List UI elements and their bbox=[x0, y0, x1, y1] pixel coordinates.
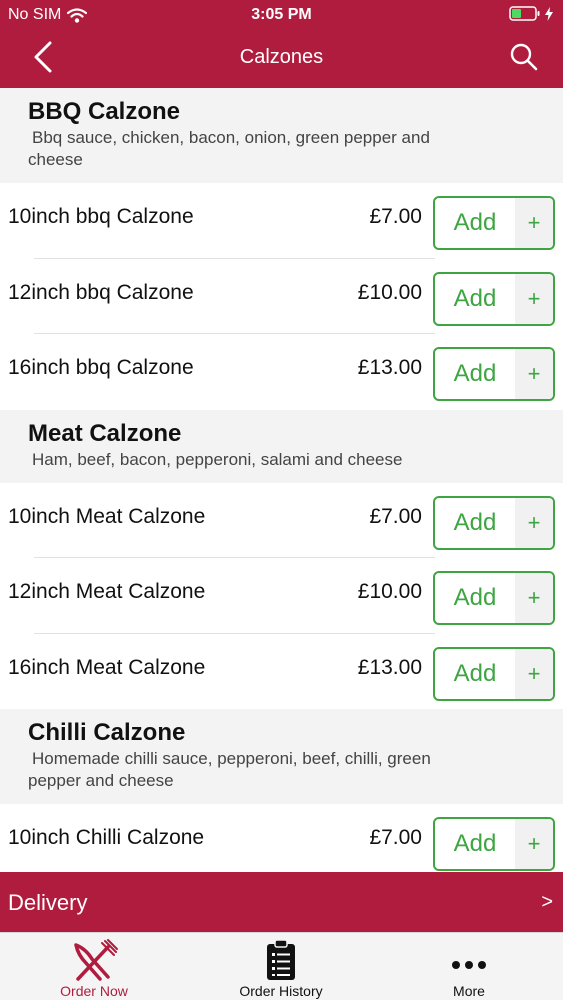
item-price: £10.00 bbox=[357, 580, 422, 603]
more-dots-icon bbox=[452, 961, 486, 969]
add-label: Add bbox=[453, 508, 497, 536]
add-button[interactable]: Add + bbox=[433, 646, 555, 701]
section-header: Chilli Calzone Homemade chilli sauce, pe… bbox=[0, 709, 563, 804]
section-description: Homemade chilli sauce, pepperoni, beef, … bbox=[28, 749, 431, 790]
add-button[interactable]: Add + bbox=[433, 817, 555, 871]
battery-icon bbox=[509, 6, 540, 21]
search-icon[interactable] bbox=[509, 42, 539, 72]
menu-item-row: 12inch Meat Calzone £10.00 Add + bbox=[0, 558, 563, 634]
chevron-right-icon: > bbox=[541, 891, 553, 913]
tab-label: More bbox=[453, 983, 485, 999]
status-right bbox=[509, 6, 553, 21]
menu-item-row: 12inch bbq Calzone £10.00 Add + bbox=[0, 258, 563, 334]
plus-icon: + bbox=[515, 198, 553, 248]
section-header: BBQ Calzone Bbq sauce, chicken, bacon, o… bbox=[0, 88, 563, 183]
add-button[interactable]: Add + bbox=[433, 271, 555, 326]
add-button[interactable]: Add + bbox=[433, 196, 555, 250]
item-price: £10.00 bbox=[357, 280, 422, 304]
delivery-bar[interactable]: Delivery > bbox=[0, 872, 563, 932]
section-title: Chilli Calzone bbox=[28, 719, 186, 746]
plus-icon: + bbox=[515, 648, 553, 699]
plus-icon: + bbox=[515, 573, 553, 623]
item-name: 16inch Meat Calzone bbox=[8, 655, 206, 679]
app-header: No SIM 3:05 PM Calzones bbox=[0, 0, 563, 88]
add-label: Add bbox=[453, 209, 497, 236]
item-name: 10inch bbq Calzone bbox=[8, 205, 194, 228]
item-name: 12inch bbq Calzone bbox=[8, 280, 194, 304]
charging-icon bbox=[545, 6, 553, 21]
item-price: £7.00 bbox=[369, 826, 422, 849]
item-price: £13.00 bbox=[357, 655, 422, 679]
tab-order-history[interactable]: Order History bbox=[187, 933, 375, 1000]
menu-item-row: 10inch bbq Calzone £7.00 Add + bbox=[0, 183, 563, 259]
menu-list[interactable]: BBQ Calzone Bbq sauce, chicken, bacon, o… bbox=[0, 88, 563, 872]
fork-knife-icon bbox=[74, 939, 118, 981]
tab-order-now[interactable]: Order Now bbox=[0, 933, 188, 1000]
menu-item-row: 16inch Meat Calzone £13.00 Add + bbox=[0, 633, 563, 709]
status-time: 3:05 PM bbox=[251, 6, 312, 23]
tab-bar: Order Now Order History More bbox=[0, 932, 563, 1000]
add-button[interactable]: Add + bbox=[433, 571, 555, 625]
section-description: Bbq sauce, chicken, bacon, onion, green … bbox=[28, 128, 430, 169]
section-title: BBQ Calzone bbox=[28, 98, 181, 125]
section-header: Meat Calzone Ham, beef, bacon, pepperoni… bbox=[0, 409, 563, 483]
menu-item-row: 10inch Meat Calzone £7.00 Add + bbox=[0, 482, 563, 558]
item-price: £7.00 bbox=[369, 205, 422, 228]
add-label: Add bbox=[453, 360, 497, 387]
add-label: Add bbox=[453, 284, 497, 312]
item-price: £13.00 bbox=[357, 356, 422, 379]
clipboard-icon bbox=[267, 939, 295, 980]
status-bar: No SIM 3:05 PM bbox=[0, 0, 563, 30]
tab-label: Order History bbox=[239, 983, 323, 999]
add-label: Add bbox=[453, 830, 497, 857]
add-label: Add bbox=[453, 659, 497, 687]
menu-item-row: 16inch bbq Calzone £13.00 Add + bbox=[0, 334, 563, 410]
section-title: Meat Calzone bbox=[28, 419, 182, 447]
add-label: Add bbox=[453, 584, 497, 611]
section-description: Ham, beef, bacon, pepperoni, salami and … bbox=[32, 449, 403, 469]
delivery-label: Delivery bbox=[8, 890, 88, 915]
item-name: 10inch Chilli Calzone bbox=[8, 826, 205, 849]
tab-more[interactable]: More bbox=[375, 933, 563, 1000]
item-name: 12inch Meat Calzone bbox=[8, 580, 206, 603]
add-button[interactable]: Add + bbox=[433, 347, 555, 401]
item-name: 10inch Meat Calzone bbox=[8, 504, 206, 528]
plus-icon: + bbox=[515, 349, 553, 399]
tab-label: Order Now bbox=[60, 983, 128, 999]
plus-icon: + bbox=[515, 819, 553, 869]
add-button[interactable]: Add + bbox=[433, 495, 555, 550]
item-price: £7.00 bbox=[369, 504, 422, 528]
page-title: Calzones bbox=[239, 46, 324, 68]
menu-item-row: 10inch Chilli Calzone £7.00 Add + bbox=[0, 804, 563, 872]
plus-icon: + bbox=[515, 497, 553, 548]
plus-icon: + bbox=[515, 273, 553, 324]
item-name: 16inch bbq Calzone bbox=[8, 356, 194, 379]
